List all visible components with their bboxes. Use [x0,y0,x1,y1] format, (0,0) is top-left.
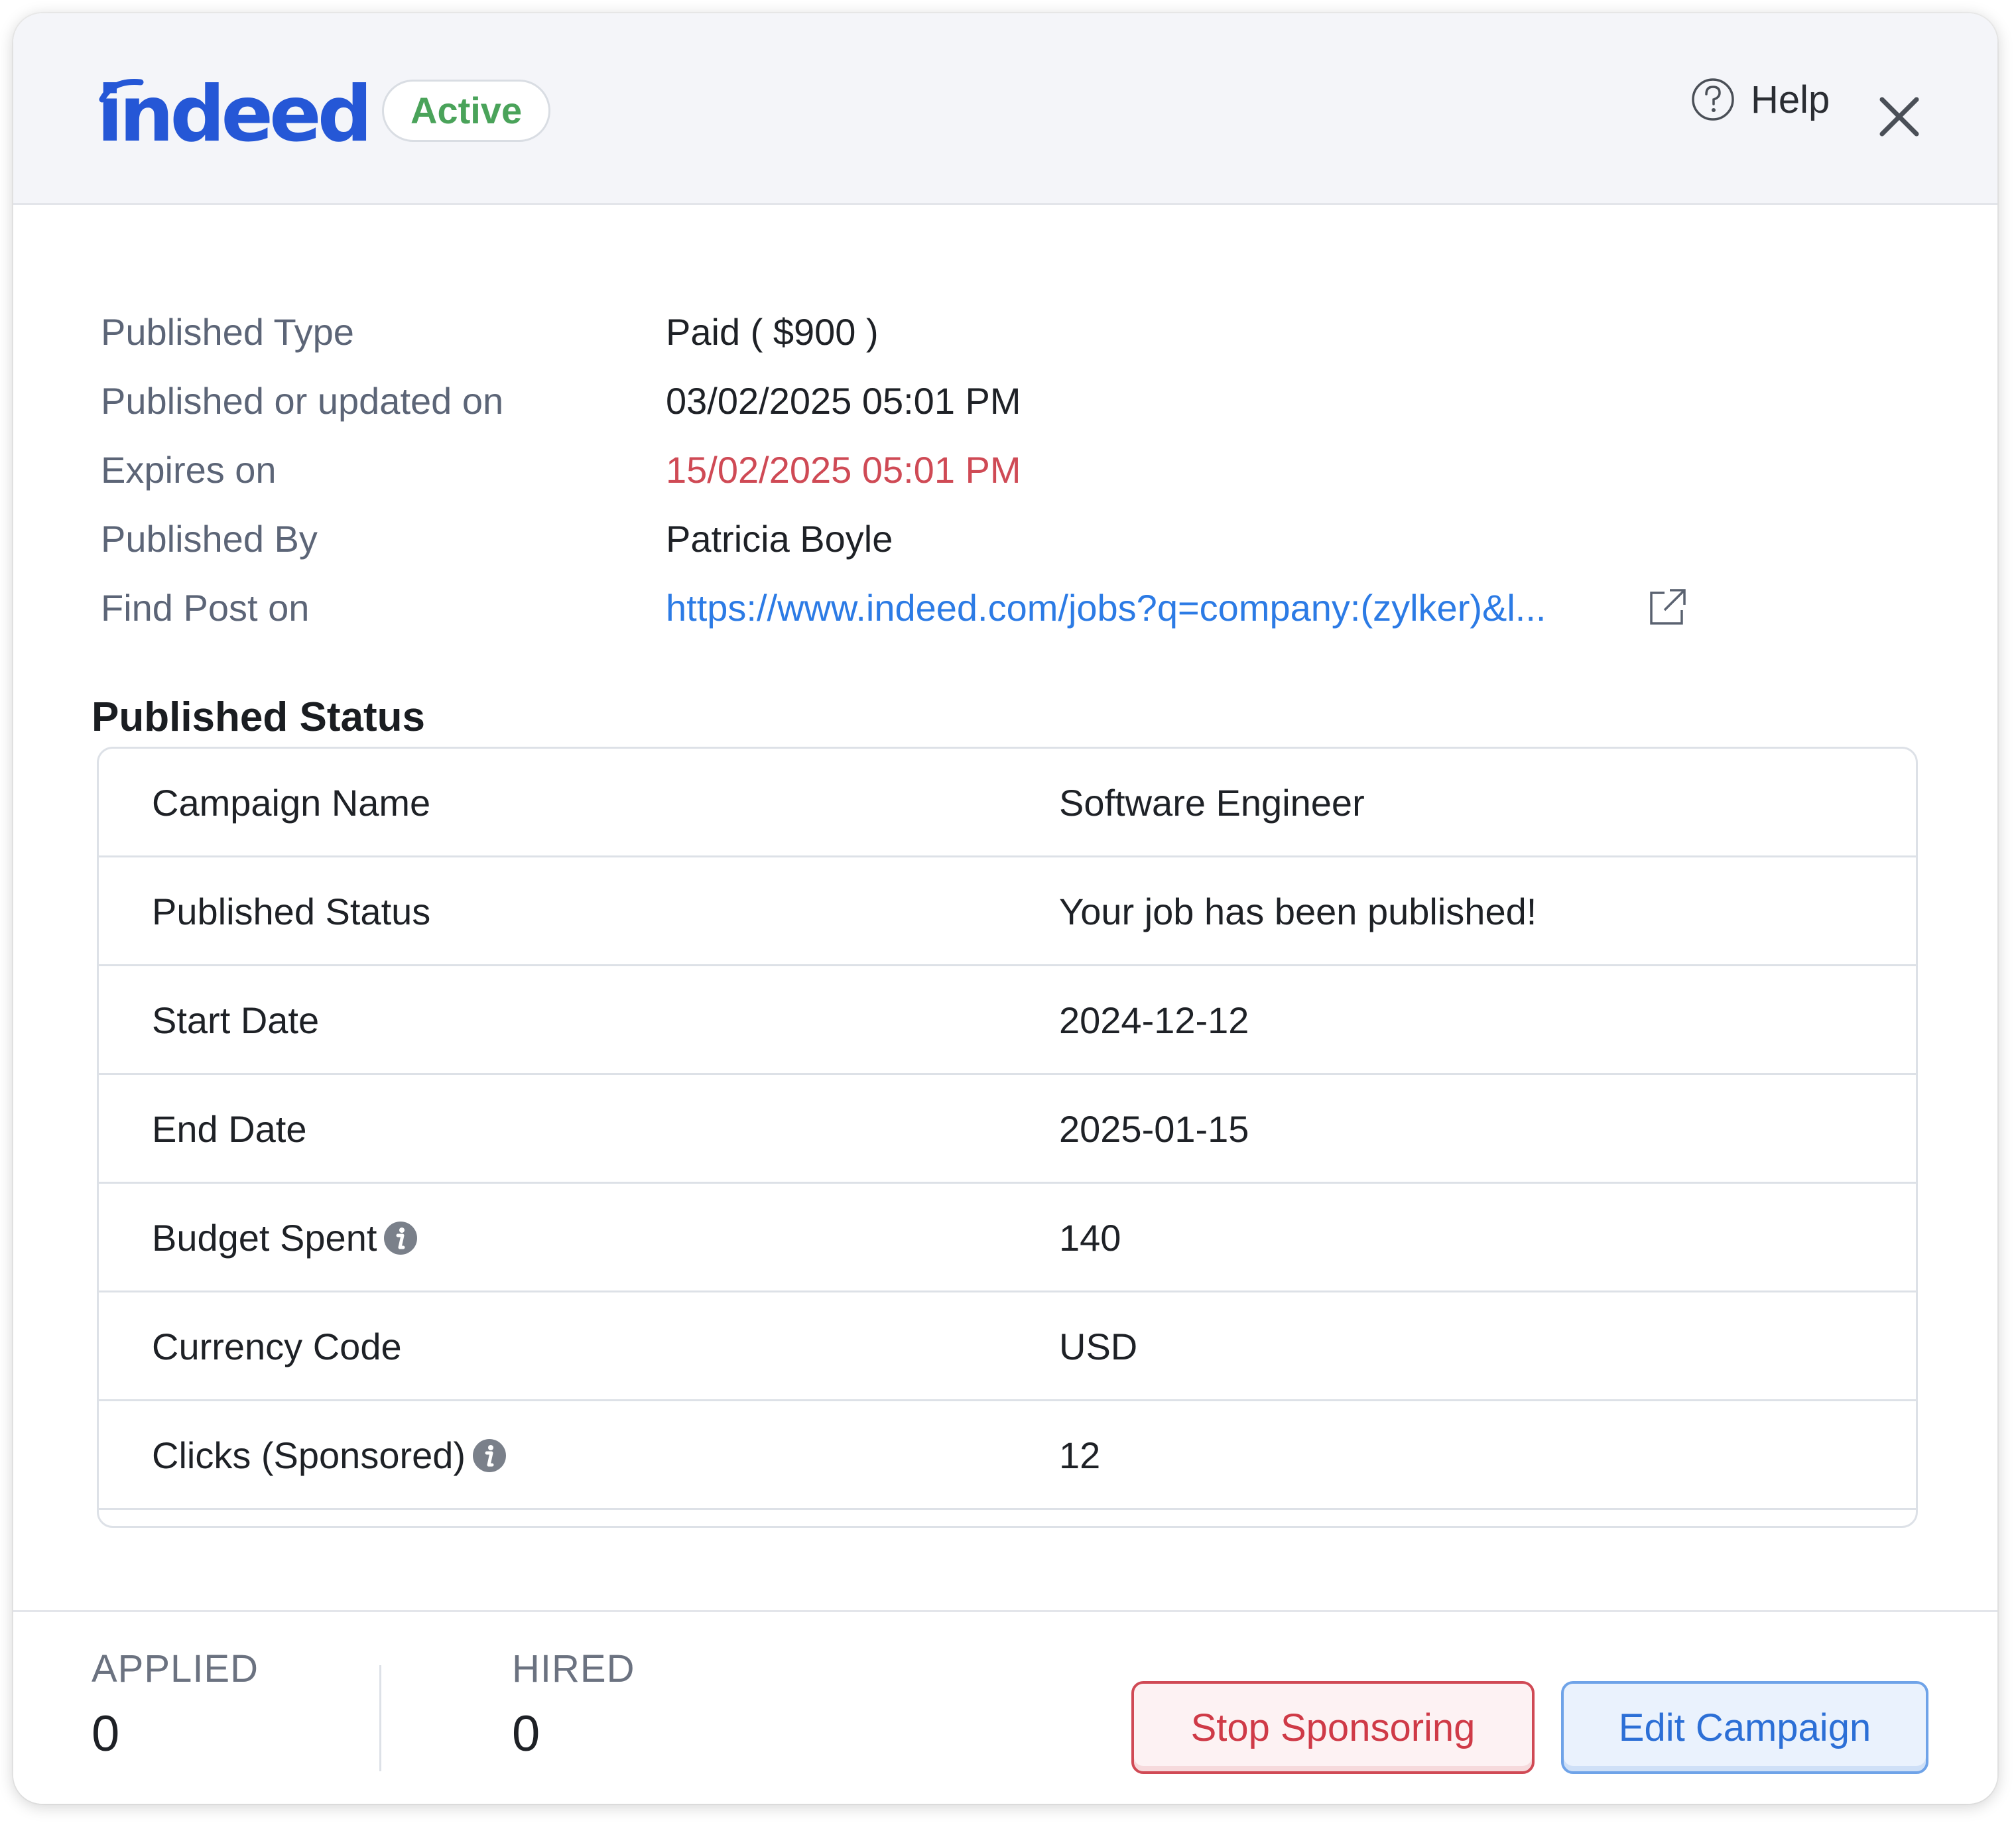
published-by-value: Patricia Boyle [666,518,893,560]
help-label: Help [1751,78,1830,121]
row-value: 12 [1059,1434,1101,1476]
campaign-dialog: indeed Active Help Published Type Paid (… [13,13,1997,1804]
find-post-label: Find Post on [101,587,310,629]
hired-count: 0 [512,1706,540,1762]
row-label: Start Date [152,999,320,1041]
row-label: End Date [152,1108,307,1150]
row-label: Budget Spent [152,1217,377,1259]
row-value: 140 [1059,1217,1121,1259]
published-type-value: Paid ( $900 ) [666,311,879,353]
external-link-icon[interactable] [1646,585,1690,629]
applied-label: APPLIED [92,1647,259,1690]
row-value: 2025-01-15 [1059,1108,1249,1150]
indeed-logo: indeed [97,70,373,159]
info-icon[interactable] [472,1438,507,1473]
published-on-label: Published or updated on [101,380,504,422]
close-icon[interactable] [1874,92,1924,142]
row-label: Campaign Name [152,782,431,824]
section-title: Published Status [92,694,425,740]
row-label: Published Status [152,891,431,932]
row-value: 2024-12-12 [1059,999,1249,1041]
table-row: Clicks (Sponsored) 12 [99,1401,1916,1510]
row-value: USD [1059,1326,1138,1367]
status-badge: Active [382,80,551,142]
row-label: Currency Code [152,1326,402,1367]
row-value: Your job has been published! [1059,891,1537,932]
help-link[interactable]: Help [1691,73,1830,126]
info-icon[interactable] [383,1221,418,1255]
row-label: Clicks (Sponsored) [152,1434,466,1476]
dialog-footer: APPLIED 0 HIRED 0 Stop Sponsoring Edit C… [13,1610,1997,1804]
table-row: Published Status Your job has been publi… [99,857,1916,966]
published-by-label: Published By [101,518,318,560]
applied-count: 0 [92,1706,120,1762]
stop-sponsoring-button[interactable]: Stop Sponsoring [1131,1681,1535,1774]
table-row: Currency Code USD [99,1292,1916,1401]
edit-campaign-button[interactable]: Edit Campaign [1561,1681,1928,1774]
table-row: Start Date 2024-12-12 [99,966,1916,1075]
help-icon [1692,78,1734,121]
table-row: Campaign Name Software Engineer [99,749,1916,857]
row-label-wrap: Clicks (Sponsored) [152,1401,507,1510]
row-label-wrap: Budget Spent [152,1184,418,1292]
find-post-link[interactable]: https://www.indeed.com/jobs?q=company:(z… [666,586,1546,629]
status-table: Campaign Name Software Engineer Publishe… [97,747,1918,1528]
expires-on-value: 15/02/2025 05:01 PM [666,449,1021,491]
dialog-header: indeed Active Help [13,13,1997,205]
expires-on-label: Expires on [101,449,277,491]
hired-label: HIRED [512,1647,635,1690]
published-on-value: 03/02/2025 05:01 PM [666,380,1021,422]
table-row: End Date 2025-01-15 [99,1075,1916,1184]
published-type-label: Published Type [101,311,354,353]
row-value: Software Engineer [1059,782,1365,824]
table-row: Budget Spent 140 [99,1184,1916,1292]
stat-divider [379,1665,381,1771]
